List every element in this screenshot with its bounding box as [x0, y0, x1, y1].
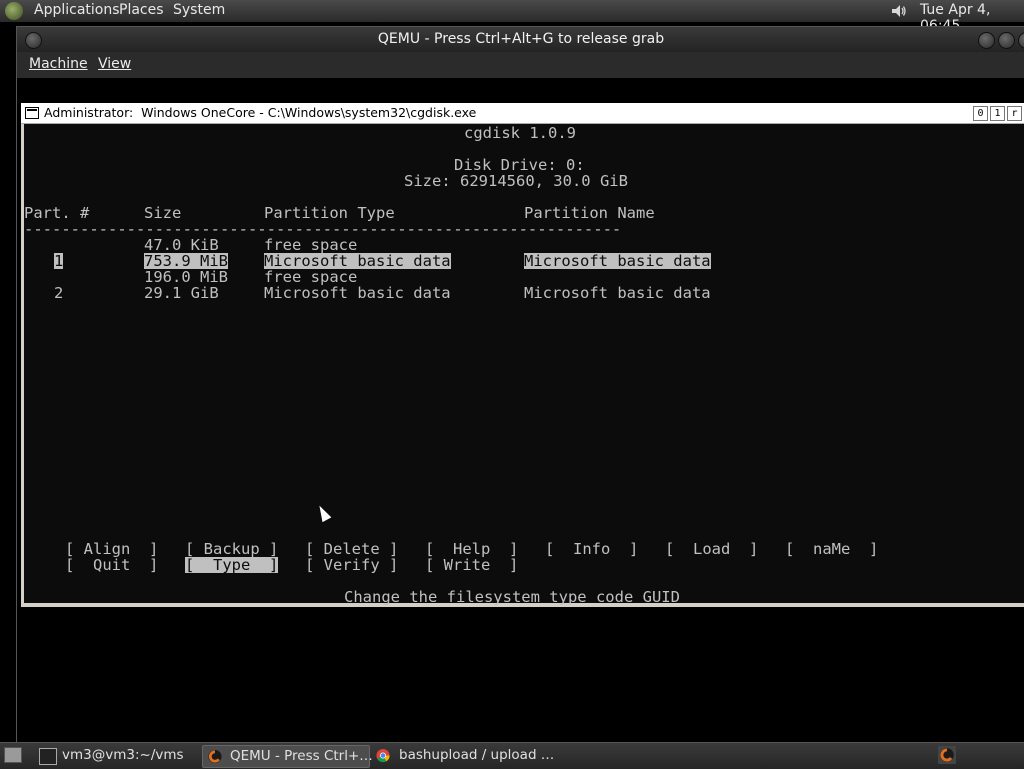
row-type[interactable]: free space [264, 269, 357, 285]
row-part-selected[interactable]: 1 [54, 253, 64, 269]
console-maximize-button[interactable]: 1 [990, 106, 1005, 121]
console-window-icon[interactable] [25, 107, 39, 119]
taskbar-item-label: bashupload / upload … [399, 747, 555, 763]
taskbar-item-chrome[interactable]: bashupload / upload … [371, 745, 554, 766]
type-command-selected[interactable]: [ Type ] [185, 557, 279, 573]
maximize-icon[interactable] [998, 32, 1015, 49]
row-part[interactable]: 2 [54, 285, 63, 301]
row-size[interactable]: 29.1 GiB [144, 285, 219, 301]
volume-icon[interactable] [889, 2, 907, 20]
menu-view[interactable]: View [98, 56, 131, 72]
menu-applications[interactable]: Applications [34, 2, 120, 18]
col-size-header: Size [144, 204, 182, 222]
name-command[interactable]: [ naMe ] [785, 541, 878, 557]
row-name-selected[interactable]: Microsoft basic data [524, 253, 711, 269]
qemu-titlebar[interactable]: QEMU - Press Ctrl+Alt+G to release grab [16, 26, 1024, 53]
col-type-header: Partition Type [264, 204, 395, 222]
row-name[interactable]: Microsoft basic data [524, 285, 711, 301]
taskbar-item-terminal[interactable]: vm3@vm3:~/vms [34, 745, 199, 766]
col-part-header: Part. # [24, 204, 90, 222]
menu-system[interactable]: System [173, 2, 225, 18]
show-desktop-icon[interactable] [4, 747, 22, 763]
row-size[interactable]: 196.0 MiB [144, 269, 228, 285]
console-close-button[interactable]: r [1007, 106, 1022, 121]
chrome-icon [376, 748, 390, 763]
qemu-window-title: QEMU - Press Ctrl+Alt+G to release grab [377, 31, 665, 47]
row-size[interactable]: 47.0 KiB [144, 237, 219, 253]
gnome-foot-icon[interactable] [5, 2, 23, 20]
align-command[interactable]: [ Align ] [65, 541, 158, 557]
col-name-header: Partition Name [524, 204, 655, 222]
console-window-title: Administrator: Windows OneCore - C:\Wind… [44, 105, 477, 120]
help-command[interactable]: [ Help ] [425, 541, 518, 557]
row-type-selected[interactable]: Microsoft basic data [264, 253, 451, 269]
header-separator: ----------------------------------------… [24, 220, 622, 238]
row-type[interactable]: free space [264, 237, 357, 253]
disk-size-line: Size: 62914560, 30.0 GiB [404, 172, 628, 190]
row-type[interactable]: Microsoft basic data [264, 285, 451, 301]
qemu-menubar: Machine View [16, 52, 1024, 78]
console-screen[interactable]: cgdisk 1.0.9 Disk Drive: 0: Size: 629145… [24, 124, 1024, 606]
console-minimize-button[interactable]: 0 [973, 106, 988, 121]
console-titlebar[interactable]: Administrator: Windows OneCore - C:\Wind… [21, 103, 1024, 124]
taskbar-item-qemu[interactable]: QEMU - Press Ctrl+… [202, 745, 373, 768]
row-size-selected[interactable]: 753.9 MiB [144, 253, 228, 269]
load-command[interactable]: [ Load ] [665, 541, 758, 557]
menu-places[interactable]: Places [119, 2, 164, 18]
terminal-icon [39, 748, 57, 765]
menu-machine[interactable]: Machine [29, 56, 88, 72]
verify-command[interactable]: [ Verify ] [305, 557, 398, 573]
tray-qemu-icon[interactable] [938, 746, 956, 764]
info-command[interactable]: [ Info ] [545, 541, 638, 557]
taskbar: vm3@vm3:~/vms QEMU - Press Ctrl+… bashup… [0, 742, 1024, 769]
write-command[interactable]: [ Write ] [425, 557, 518, 573]
delete-command[interactable]: [ Delete ] [305, 541, 398, 557]
console-window: Administrator: Windows OneCore - C:\Wind… [21, 103, 1024, 607]
status-line: Change the filesystem type code GUID [344, 588, 680, 606]
app-header: cgdisk 1.0.9 [464, 124, 576, 142]
minimize-icon[interactable] [978, 32, 995, 49]
taskbar-item-label: QEMU - Press Ctrl+… [230, 748, 373, 764]
qemu-icon [208, 749, 222, 764]
quit-command[interactable]: [ Quit ] [65, 557, 158, 573]
backup-command[interactable]: [ Backup ] [185, 541, 278, 557]
top-panel: Applications Places System Tue Apr 4, 06… [0, 0, 1024, 34]
taskbar-item-label: vm3@vm3:~/vms [62, 747, 184, 763]
disk-drive-line: Disk Drive: 0: [454, 156, 585, 174]
